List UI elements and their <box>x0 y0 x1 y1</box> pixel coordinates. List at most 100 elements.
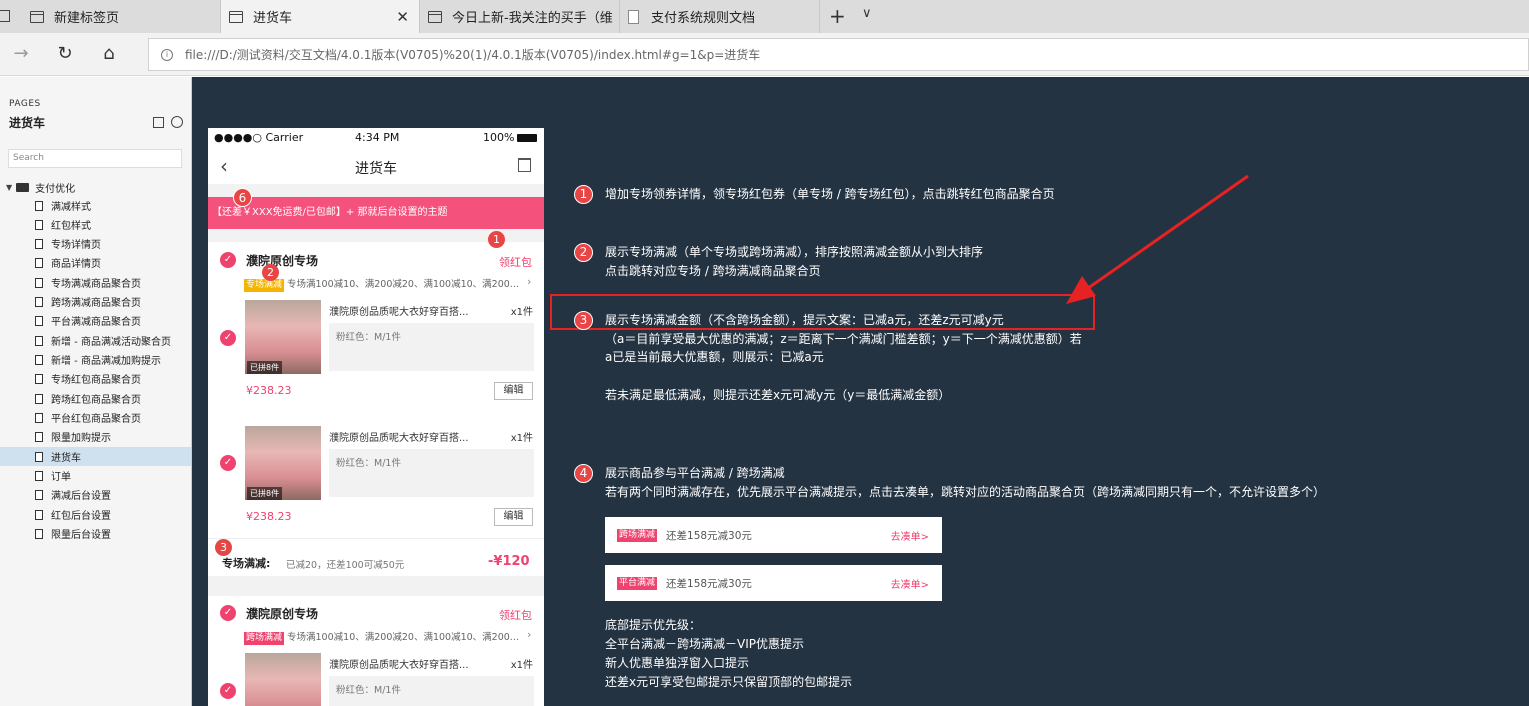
shop-name[interactable]: 濮院原创专场 <box>246 605 318 622</box>
page-label: 限量后台设置 <box>51 530 111 541</box>
tab-active[interactable]: 进货车 ✕ <box>221 0 420 33</box>
image-label: 已拼8件 <box>247 487 283 500</box>
folder-item[interactable]: ▼ 支付优化 <box>6 180 75 195</box>
carrier: ●●●●○ Carrier <box>214 131 304 144</box>
go-add-link[interactable]: 去凑单> <box>891 576 929 591</box>
sidebar-page-item[interactable]: 红包样式 <box>0 215 191 234</box>
product-image[interactable]: 已拼8件 <box>245 300 321 374</box>
sidebar-page-item[interactable]: 限量后台设置 <box>0 524 191 543</box>
page-label: 订单 <box>51 472 71 483</box>
product-spec[interactable]: 粉红色：M/1件 <box>329 323 534 371</box>
check-icon[interactable]: ✓ <box>220 252 236 268</box>
sidebar-page-item[interactable]: 满减后台设置 <box>0 485 191 504</box>
promo-row[interactable]: 跨场满减 专场满100减10、满200减20、满100减10、满200... <box>244 629 519 645</box>
export-icon[interactable] <box>153 117 164 128</box>
priority-line: 新人优惠单独浮窗入口提示 <box>605 656 750 670</box>
home-icon[interactable]: ⌂ <box>96 41 122 67</box>
product-image[interactable]: 已拼8件 <box>245 426 321 500</box>
page-label: 跨场红包商品聚合页 <box>51 395 141 406</box>
battery-percent: 100% <box>483 131 515 144</box>
check-icon[interactable]: ✓ <box>220 605 236 621</box>
chevron-down-icon[interactable]: ∨ <box>862 6 872 21</box>
annotation-badge: 6 <box>233 188 252 207</box>
promo-tag: 专场满减 <box>244 279 285 292</box>
product-name[interactable]: 濮院原创品质呢大衣好穿百搭... <box>329 303 469 318</box>
tab-list-icon[interactable] <box>0 10 10 22</box>
sidebar-page-item[interactable]: 跨场红包商品聚合页 <box>0 389 191 408</box>
shop-name[interactable]: 濮院原创专场 <box>246 252 318 269</box>
tab-label: 支付系统规则文档 <box>651 11 756 26</box>
promo-example[interactable]: 平台满减 还差158元减30元 去凑单> <box>605 565 942 601</box>
close-icon[interactable]: ✕ <box>396 8 409 26</box>
promo-text: 专场满100减10、满200减20、满100减10、满200... <box>287 279 519 290</box>
sidebar-page-item[interactable]: 限量加购提示 <box>0 427 191 446</box>
sidebar-page-item[interactable]: 专场满减商品聚合页 <box>0 273 191 292</box>
page-icon <box>35 200 43 211</box>
tab-doc[interactable]: 支付系统规则文档 <box>620 0 820 33</box>
search-input[interactable]: Search <box>8 149 182 168</box>
sidebar-page-item-active[interactable]: 进货车 <box>0 447 191 466</box>
url-input[interactable]: i file:///D:/测试资料/交互文档/4.0.1版本(V0705)%20… <box>148 38 1529 71</box>
refresh-icon[interactable]: ↻ <box>52 41 78 67</box>
summary-text: 已减20，还差100可减50元 <box>286 560 405 571</box>
caret-down-icon[interactable]: ▼ <box>6 183 12 192</box>
page-icon <box>35 219 43 230</box>
annotation-arrow <box>1066 174 1249 304</box>
edit-button[interactable]: 编辑 <box>494 508 533 526</box>
trash-icon[interactable] <box>518 158 531 172</box>
sidebar-page-item[interactable]: 跨场满减商品聚合页 <box>0 292 191 311</box>
check-icon[interactable]: ✓ <box>220 683 236 699</box>
sidebar-page-item[interactable]: 订单 <box>0 466 191 485</box>
sidebar-page-item[interactable]: 新增 - 商品满减加购提示 <box>0 350 191 369</box>
sidebar-page-item[interactable]: 平台红包商品聚合页 <box>0 408 191 427</box>
edit-button[interactable]: 编辑 <box>494 382 533 400</box>
priority-line: 全平台满减－跨场满减－VIP优惠提示 <box>605 637 804 651</box>
back-icon[interactable]: ‹ <box>220 154 228 178</box>
info-icon[interactable]: i <box>161 48 173 61</box>
promo-tag: 平台满减 <box>617 576 658 590</box>
sidebar-page-item[interactable]: 专场红包商品聚合页 <box>0 369 191 388</box>
folder-icon <box>16 183 30 192</box>
back-icon[interactable]: → <box>8 41 34 67</box>
sidebar-page-item[interactable]: 红包后台设置 <box>0 505 191 524</box>
tab-label: 进货车 <box>253 11 293 26</box>
page-icon <box>35 412 43 423</box>
check-icon[interactable]: ✓ <box>220 330 236 346</box>
page-label: 平台满减商品聚合页 <box>51 317 141 328</box>
promo-example[interactable]: 跨场满减 还差158元减30元 去凑单> <box>605 517 942 553</box>
product-spec[interactable]: 粉红色：M/1件 <box>329 449 534 497</box>
new-tab-icon[interactable]: + <box>829 4 846 28</box>
product-name[interactable]: 濮院原创品质呢大衣好穿百搭... <box>329 656 469 671</box>
sidebar-page-item[interactable]: 平台满减商品聚合页 <box>0 311 191 330</box>
claim-coupon-link[interactable]: 领红包 <box>499 607 532 623</box>
promo-row[interactable]: 专场满减 专场满100减10、满200减20、满100减10、满200... <box>244 276 519 292</box>
shop-card: ✓ 濮院原创专场 领红包 跨场满减 专场满100减10、满200减20、满100减… <box>208 596 544 706</box>
summary-label: 专场满减: <box>222 557 271 570</box>
current-page-title: 进货车 <box>9 116 46 130</box>
chevron-right-icon[interactable]: › <box>527 275 531 288</box>
product-name[interactable]: 濮院原创品质呢大衣好穿百搭... <box>329 429 469 444</box>
product-price: ¥238.23 <box>246 384 292 397</box>
check-icon[interactable]: ✓ <box>220 455 236 471</box>
go-add-link[interactable]: 去凑单> <box>891 528 929 543</box>
page-icon <box>35 528 43 539</box>
product-qty: x1件 <box>510 307 533 318</box>
chevron-right-icon[interactable]: › <box>527 628 531 641</box>
product-spec[interactable]: 粉红色：M/1件 <box>329 676 534 706</box>
product-image[interactable] <box>245 653 321 706</box>
tab-buyer[interactable]: 今日上新-我关注的买手（维 <box>420 0 620 33</box>
annotation-text: 点击跳转对应专场 / 跨场满减商品聚合页 <box>605 264 821 278</box>
annotation-text: a已是当前最大优惠额，则展示：已减a元 <box>605 350 824 364</box>
claim-coupon-link[interactable]: 领红包 <box>499 254 532 270</box>
sidebar-page-item[interactable]: 满减样式 <box>0 196 191 215</box>
search-map-icon[interactable] <box>171 116 183 128</box>
page-label: 进货车 <box>51 453 81 464</box>
sidebar-page-item[interactable]: 新增 - 商品满减活动聚合页 <box>0 331 191 350</box>
clock: 4:34 PM <box>355 131 400 144</box>
tab-new[interactable]: 新建标签页 <box>22 0 221 33</box>
annotation-text: 若有两个同时满减存在，优先展示平台满减提示，点击去凑单，跳转对应的活动商品聚合页… <box>605 485 1326 499</box>
sidebar-page-item[interactable]: 专场详情页 <box>0 234 191 253</box>
shop-card: ✓ 濮院原创专场 领红包 专场满减 专场满100减10、满200减20、满100减… <box>208 242 544 576</box>
sidebar-page-item[interactable]: 商品详情页 <box>0 253 191 272</box>
shipping-banner[interactable]: 【还差￥XXX免运费/已包邮】+ 那就后台设置的主题 <box>208 197 544 229</box>
